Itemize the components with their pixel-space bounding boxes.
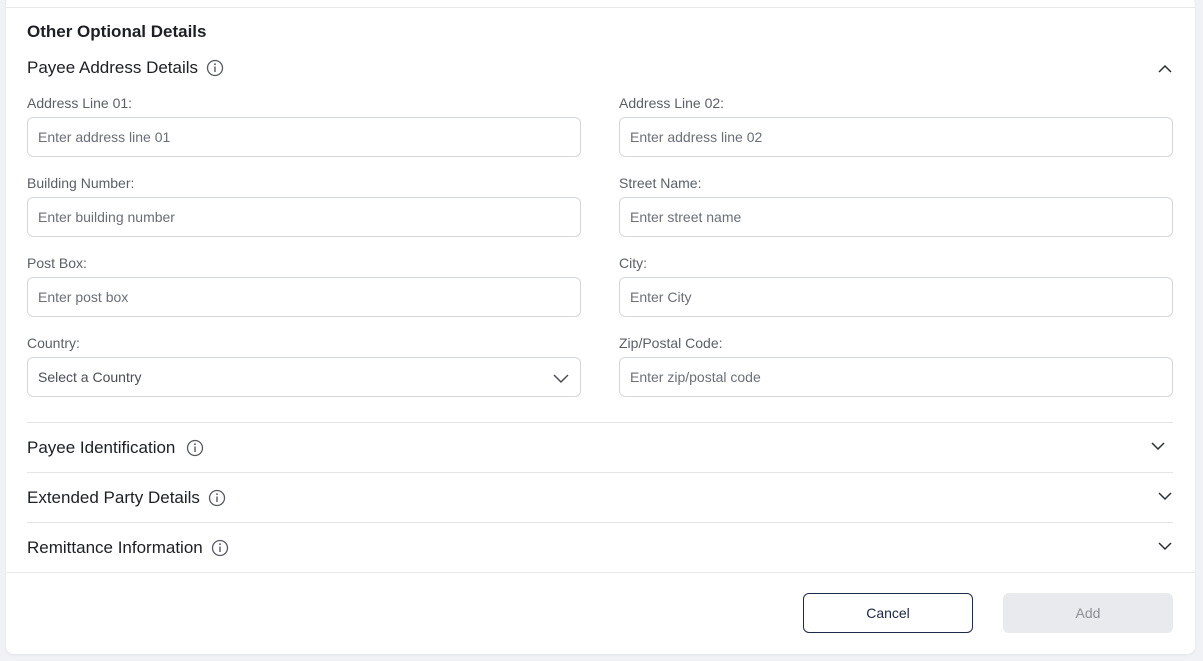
- accordion-remittance-title: Remittance Information: [27, 538, 203, 557]
- chevron-down-icon[interactable]: [1157, 538, 1173, 554]
- info-icon[interactable]: [208, 489, 226, 507]
- country-label: Country:: [27, 335, 80, 351]
- city-input[interactable]: [620, 278, 1172, 316]
- accordion-payee-address-title: Payee Address Details: [27, 58, 199, 77]
- building-number-field: [27, 197, 581, 237]
- chevron-down-icon: [553, 374, 569, 384]
- city-field: [619, 277, 1173, 317]
- chevron-down-icon[interactable]: [1150, 438, 1166, 454]
- accordion-extended-party[interactable]: Extended Party Details: [27, 488, 226, 508]
- post-box-field: [27, 277, 581, 317]
- building-number-label: Building Number:: [27, 175, 135, 191]
- add-button[interactable]: Add: [1003, 593, 1173, 633]
- street-name-input[interactable]: [620, 198, 1172, 236]
- zip-label: Zip/Postal Code:: [619, 335, 723, 351]
- city-label: City:: [619, 255, 647, 271]
- zip-input[interactable]: [620, 358, 1172, 396]
- address-line-1-field: [27, 117, 581, 157]
- building-number-input[interactable]: [28, 198, 580, 236]
- post-box-label: Post Box:: [27, 255, 87, 271]
- post-box-input[interactable]: [28, 278, 580, 316]
- info-icon[interactable]: [206, 59, 224, 77]
- country-select[interactable]: Select a Country: [27, 357, 581, 397]
- accordion-payee-identification[interactable]: Payee Identification: [27, 438, 204, 458]
- address-line-1-label: Address Line 01:: [27, 95, 133, 111]
- chevron-up-icon[interactable]: [1157, 61, 1173, 77]
- accordion-payee-address[interactable]: Payee Address Details: [27, 58, 224, 78]
- footer-divider: [6, 572, 1195, 573]
- divider: [27, 522, 1173, 523]
- info-icon[interactable]: [211, 539, 229, 557]
- accordion-remittance[interactable]: Remittance Information: [27, 538, 229, 558]
- top-divider: [6, 7, 1195, 8]
- chevron-down-icon[interactable]: [1157, 488, 1173, 504]
- section-heading: Other Optional Details: [27, 22, 207, 41]
- divider: [27, 472, 1173, 473]
- address-line-2-input[interactable]: [620, 118, 1172, 156]
- street-name-label: Street Name:: [619, 175, 702, 191]
- address-line-2-field: [619, 117, 1173, 157]
- country-select-value: Select a Country: [38, 369, 142, 385]
- street-name-field: [619, 197, 1173, 237]
- address-line-1-input[interactable]: [28, 118, 580, 156]
- accordion-extended-party-title: Extended Party Details: [27, 488, 200, 507]
- info-icon[interactable]: [186, 439, 204, 457]
- zip-field: [619, 357, 1173, 397]
- divider: [27, 422, 1173, 423]
- address-line-2-label: Address Line 02:: [619, 95, 725, 111]
- cancel-button[interactable]: Cancel: [803, 593, 973, 633]
- payee-form-card: Other Optional Details Payee Address Det…: [6, 0, 1195, 654]
- accordion-payee-identification-title: Payee Identification: [27, 438, 176, 457]
